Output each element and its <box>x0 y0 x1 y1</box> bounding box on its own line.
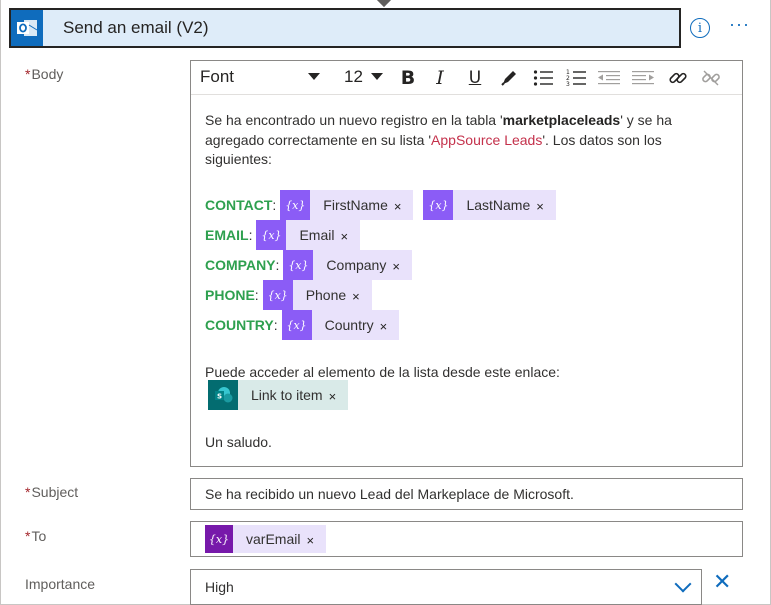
chevron-down-icon[interactable] <box>674 575 692 593</box>
remove-token-icon[interactable]: × <box>394 196 414 214</box>
dynamic-content-icon: {x} <box>423 190 454 220</box>
body-intro: Se ha encontrado un nuevo registro en la… <box>205 112 672 167</box>
action-card: Send an email (V2) i ··· *Body Font 12 B… <box>0 0 771 605</box>
closing-text: Un saludo. <box>205 434 272 450</box>
flow-connector <box>376 0 392 8</box>
importance-label: Importance <box>25 576 96 592</box>
phone-row: PHONE: {x} Phone × <box>205 280 382 310</box>
to-input[interactable]: {x} varEmail × <box>190 521 743 557</box>
sharepoint-icon: S <box>208 380 238 410</box>
chevron-down-icon[interactable] <box>371 73 383 80</box>
importance-value: High <box>205 579 234 595</box>
subject-input[interactable]: Se ha recibido un nuevo Lead del Markepl… <box>190 478 743 510</box>
body-editor[interactable]: Font 12 B I U 123 Se ha encontrado un nu… <box>190 60 743 467</box>
dynamic-content-icon: {x} <box>256 220 287 250</box>
to-label: *To <box>25 528 47 544</box>
remove-token-icon[interactable]: × <box>306 530 326 548</box>
list-name: AppSource Leads <box>431 131 543 148</box>
unlink-icon[interactable] <box>699 66 723 90</box>
email-row: EMAIL: {x} Email × <box>205 220 370 250</box>
required-mark: * <box>25 66 31 82</box>
pen-icon[interactable] <box>497 66 521 90</box>
phone-token[interactable]: {x} Phone × <box>262 280 372 310</box>
country-token[interactable]: {x} Country × <box>281 310 400 340</box>
firstname-token[interactable]: {x} FirstName × <box>280 190 414 220</box>
remove-token-icon[interactable]: × <box>392 256 412 274</box>
remove-token-icon[interactable]: × <box>536 196 556 214</box>
info-icon[interactable]: i <box>690 18 710 38</box>
font-size-select[interactable]: 12 <box>344 67 363 87</box>
font-select[interactable]: Font <box>200 67 234 87</box>
outlook-icon <box>11 10 43 46</box>
dynamic-content-icon: {x} <box>281 310 312 340</box>
contact-row: CONTACT: {x} FirstName × {x} LastName × <box>205 190 566 220</box>
underline-icon[interactable]: U <box>463 66 487 90</box>
svg-text:S: S <box>217 393 222 401</box>
email-token[interactable]: {x} Email × <box>256 220 361 250</box>
body-label: *Body <box>25 66 64 82</box>
subject-value: Se ha recibido un nuevo Lead del Markepl… <box>205 486 574 502</box>
remove-token-icon[interactable]: × <box>340 226 360 244</box>
rich-text-toolbar: Font 12 B I U 123 <box>191 61 742 95</box>
link-to-item-token[interactable]: S Link to item × <box>208 380 349 410</box>
clear-icon[interactable]: ✕ <box>713 571 731 593</box>
decrease-indent-icon[interactable] <box>597 66 621 90</box>
italic-icon[interactable]: I <box>428 66 452 90</box>
importance-select[interactable]: High <box>190 569 702 605</box>
subject-label: *Subject <box>25 484 79 500</box>
table-name: marketplaceleads <box>502 112 621 128</box>
varemail-token[interactable]: {x} varEmail × <box>205 525 327 553</box>
dynamic-content-icon: {x} <box>262 280 293 310</box>
dynamic-content-icon: {x} <box>283 250 314 280</box>
remove-token-icon[interactable]: × <box>352 286 372 304</box>
dynamic-content-icon: {x} <box>280 190 311 220</box>
remove-token-icon[interactable]: × <box>380 316 400 334</box>
chevron-down-icon[interactable] <box>308 73 320 80</box>
action-title: Send an email (V2) <box>63 18 209 37</box>
svg-text:3: 3 <box>566 81 570 87</box>
action-header[interactable]: Send an email (V2) <box>9 8 681 48</box>
remove-token-icon[interactable]: × <box>329 386 349 404</box>
bullet-list-icon[interactable] <box>531 66 555 90</box>
bold-icon[interactable]: B <box>396 66 420 90</box>
company-row: COMPANY: {x} Company × <box>205 250 422 280</box>
company-token[interactable]: {x} Company × <box>283 250 412 280</box>
country-row: COUNTRY: {x} Country × <box>205 310 409 340</box>
numbered-list-icon[interactable]: 123 <box>564 66 588 90</box>
variable-icon: {x} <box>205 525 233 553</box>
link-icon[interactable] <box>666 66 690 90</box>
increase-indent-icon[interactable] <box>631 66 655 90</box>
lastname-token[interactable]: {x} LastName × <box>423 190 556 220</box>
more-icon[interactable]: ··· <box>729 14 750 35</box>
